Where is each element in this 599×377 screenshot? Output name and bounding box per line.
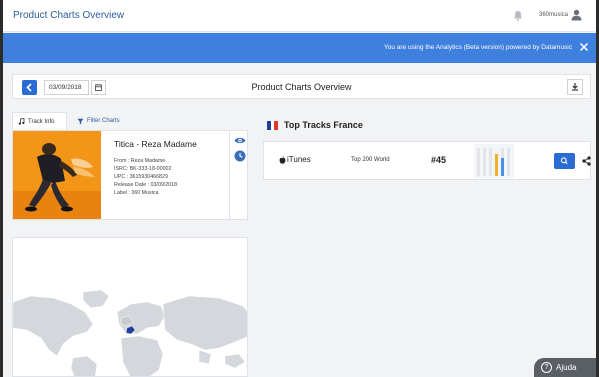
top-bar: Product Charts Overview 360musica [3, 0, 596, 32]
question-icon: ? [541, 362, 552, 373]
share-icon[interactable] [582, 156, 591, 166]
track-label: Label : 360 Musica [114, 189, 159, 196]
page-header: Product Charts Overview [12, 74, 591, 99]
info-banner: You are using the Analytics (Beta versio… [3, 33, 596, 63]
help-label: Ajuda [556, 363, 577, 372]
apple-icon [279, 155, 286, 164]
user-icon[interactable] [571, 9, 582, 21]
track-release-date: Release Date : 03/09/2018 [114, 181, 178, 188]
clock-icon[interactable] [234, 150, 246, 162]
rank-sparkline [474, 144, 514, 178]
track-upc: UPC : 3615930466829 [114, 173, 168, 180]
track-title: Titica - Reza Madame [114, 139, 197, 149]
close-icon[interactable] [579, 42, 589, 52]
tab-track-info-label: Track Info [28, 118, 55, 125]
eye-icon[interactable] [234, 136, 246, 145]
page-title: Product Charts Overview [251, 82, 352, 92]
download-icon [572, 83, 578, 91]
banner-message: You are using the Analytics (Beta versio… [384, 44, 572, 51]
flag-stripe-red [274, 121, 279, 130]
album-cover-art [13, 131, 101, 219]
chart-rank: #45 [431, 155, 447, 165]
app-title: Product Charts Overview [13, 10, 125, 21]
track-meta: From : Reza Madame ISRC: BK-333-18-00002… [114, 158, 177, 198]
search-icon [560, 157, 568, 165]
album-cover [13, 131, 101, 219]
track-artist: From : Reza Madame [114, 158, 166, 164]
tab-filter-charts-label: Filter Charts [87, 118, 120, 124]
france-flag-icon [267, 121, 279, 130]
user-name[interactable]: 360musica [539, 12, 568, 18]
spark-bar-alt [501, 158, 504, 176]
store-name: iTunes [279, 155, 311, 164]
tab-filter-charts[interactable]: Filter Charts [72, 112, 132, 130]
chart-name: Top 200 World [351, 157, 390, 163]
help-button[interactable]: ? Ajuda [534, 358, 596, 377]
music-note-icon [18, 118, 25, 125]
app-frame: Product Charts Overview 360musica You ar… [3, 0, 596, 377]
search-button[interactable] [554, 153, 575, 169]
world-map[interactable] [12, 237, 248, 377]
download-button[interactable] [567, 79, 583, 95]
tab-track-info[interactable]: Track Info [12, 112, 67, 130]
spark-bar-main [495, 154, 498, 176]
bell-icon[interactable] [513, 10, 523, 21]
track-side-actions [229, 131, 249, 219]
filter-icon [77, 118, 84, 124]
store-label: iTunes [287, 155, 311, 164]
top-tracks-title: Top Tracks France [284, 120, 363, 130]
track-isrc: ISRC: BK-333-18-00002 [114, 165, 172, 172]
chart-row: iTunes Top 200 World #45 [263, 141, 591, 180]
world-map-graphic [13, 238, 247, 376]
track-card: Titica - Reza Madame From : Reza Madame … [12, 130, 248, 220]
